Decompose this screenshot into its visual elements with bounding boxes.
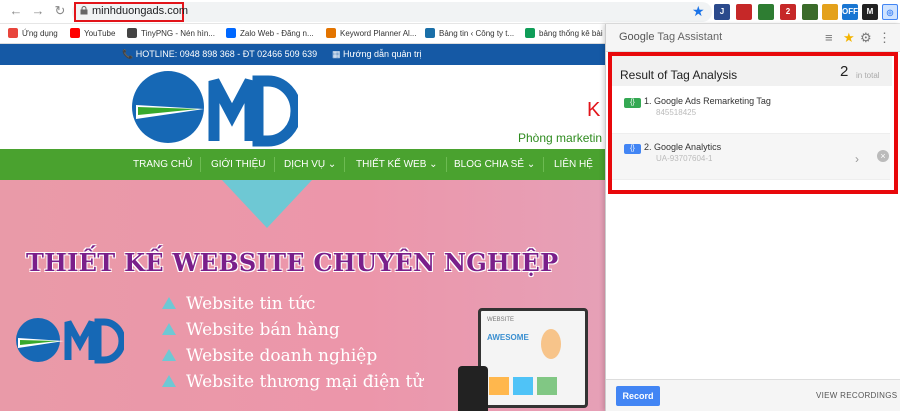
feature-item: Website doanh nghiệp (162, 346, 377, 366)
panel-footer: Record VIEW RECORDINGS (606, 379, 900, 411)
decorative-triangle (222, 180, 312, 228)
md-logo-small (16, 318, 124, 364)
reload-icon[interactable]: ↻ (52, 3, 68, 19)
menu-about[interactable]: GIỚI THIỆU (211, 149, 275, 180)
site-topbar: 📞 HOTLINE: 0948 898 368 - ĐT 02466 509 6… (0, 44, 605, 65)
extension-icon[interactable] (758, 4, 774, 20)
back-icon[interactable]: ← (8, 3, 24, 19)
record-button[interactable]: Record (616, 386, 660, 406)
keyword-planner-icon (326, 28, 336, 38)
slogan-heading: K (587, 99, 601, 121)
filter-icon[interactable]: ≡ (825, 30, 833, 45)
bookmark-star-icon[interactable]: ★ (692, 3, 705, 20)
bookmark-thong-ke[interactable]: bảng thống kê bài (525, 27, 603, 41)
tinypng-icon (127, 28, 137, 38)
extension-icon[interactable] (802, 4, 818, 20)
youtube-icon (70, 28, 80, 38)
browser-toolbar: ← → ↻ minhduongads.com ★ J 2 OFF M ◎ (0, 0, 900, 24)
gear-icon[interactable]: ⚙ (860, 30, 872, 46)
apps-icon (8, 28, 18, 38)
menu-home[interactable]: TRANG CHỦ (133, 149, 202, 180)
md-logo[interactable] (128, 67, 298, 147)
chevron-down-icon: ⌄ (526, 159, 536, 170)
menu-web-design[interactable]: THIẾT KẾ WEB ⌄ (356, 149, 447, 180)
menu-contact[interactable]: LIÊN HỆ (554, 149, 593, 180)
chevron-down-icon: ⌄ (327, 159, 337, 170)
extension-icon[interactable] (736, 4, 752, 20)
zalo-icon (226, 28, 236, 38)
bookmark-youtube[interactable]: YouTube (70, 27, 115, 41)
tag-assistant-extension-icon[interactable]: ◎ (882, 4, 898, 20)
star-icon[interactable]: ★ (843, 30, 855, 46)
bookmark-apps[interactable]: Ứng dụng (8, 27, 58, 41)
url-text[interactable]: minhduongads.com (92, 5, 188, 17)
panel-title: Google Tag Assistant (619, 31, 723, 43)
site-header: K Phòng marketin (0, 65, 605, 149)
bookmark-bang-tin[interactable]: Bảng tin ‹ Công ty t... (425, 27, 514, 41)
feature-item: Website tin tức (162, 294, 315, 314)
banner-title: THIẾT KẾ WEBSITE CHUYÊN NGHIỆP (26, 248, 559, 277)
feature-item: Website bán hàng (162, 320, 340, 340)
panel-header: Google Tag Assistant ≡ ★ ⚙ ⋮ (606, 24, 900, 52)
menu-services[interactable]: DỊCH VỤ ⌄ (284, 149, 346, 180)
slogan-subheading: Phòng marketin (518, 131, 603, 145)
phone-mockup (458, 366, 488, 411)
view-recordings-link[interactable]: VIEW RECORDINGS (816, 391, 897, 400)
extension-icon[interactable]: J (714, 4, 730, 20)
sheets-icon (525, 28, 535, 38)
bookmark-keyword-planner[interactable]: Keyword Planner Al... (326, 27, 416, 41)
hotline-text: 📞 HOTLINE: 0948 898 368 - ĐT 02466 509 6… (122, 49, 318, 59)
admin-guide-link[interactable]: ▦ Hướng dẫn quản trị (332, 49, 422, 60)
hero-banner[interactable]: THIẾT KẾ WEBSITE CHUYÊN NGHIỆP Website t… (0, 180, 605, 411)
more-options-icon[interactable]: ⋮ (878, 30, 891, 46)
feature-item: Website thương mại điện tử (162, 372, 423, 392)
bookmark-zalo[interactable]: Zalo Web - Đăng n... (226, 27, 314, 41)
extension-icon[interactable]: M (862, 4, 878, 20)
laptop-mockup: WEBSITE AWESOME (478, 308, 588, 408)
extension-icon[interactable]: OFF (842, 4, 858, 20)
globe-icon (425, 28, 435, 38)
forward-icon[interactable]: → (30, 3, 46, 19)
result-highlight-box (608, 52, 898, 194)
extension-icon[interactable]: 2 (780, 4, 796, 20)
bookmark-tinypng[interactable]: TinyPNG - Nén hìn... (127, 27, 215, 41)
tag-assistant-panel: Google Tag Assistant ≡ ★ ⚙ ⋮ Result of T… (605, 24, 900, 411)
menu-blog[interactable]: BLOG CHIA SẺ ⌄ (454, 149, 545, 180)
main-menu: TRANG CHỦ GIỚI THIỆU DỊCH VỤ ⌄ THIẾT KẾ … (0, 149, 605, 180)
chevron-down-icon: ⌄ (429, 159, 438, 170)
website-viewport: 📞 HOTLINE: 0948 898 368 - ĐT 02466 509 6… (0, 44, 605, 411)
balloon-icon (541, 329, 561, 359)
extension-icon[interactable] (822, 4, 838, 20)
